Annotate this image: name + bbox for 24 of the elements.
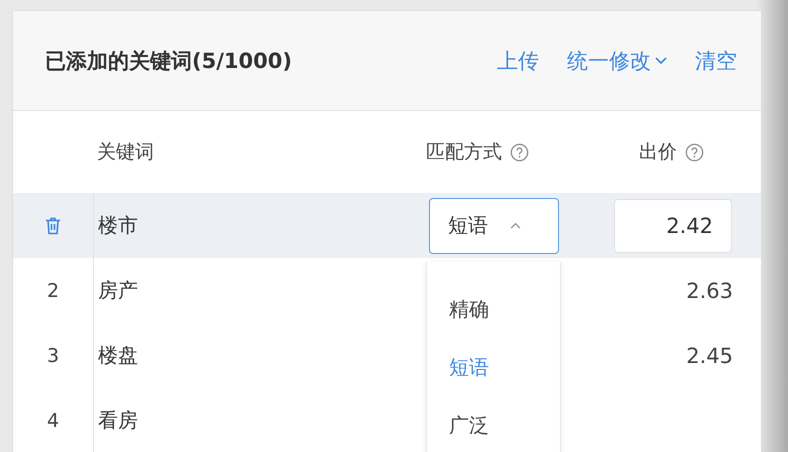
dropdown-option[interactable]: 短语 [427, 338, 560, 396]
keyword-text: 房产 [98, 277, 138, 304]
keyword-text: 楼盘 [98, 342, 138, 369]
row-number: 3 [46, 344, 60, 366]
row-number: 2 [46, 280, 60, 302]
column-header: 匹配方式 [426, 140, 502, 165]
price-text: 2.63 [686, 278, 733, 302]
table-row[interactable]: 楼市 短语 2.42 [13, 193, 761, 258]
row-number: 4 [46, 410, 60, 432]
keyword-text: 看房 [98, 407, 138, 434]
help-icon[interactable] [510, 142, 529, 162]
dropdown-option[interactable]: 广泛 [427, 396, 560, 452]
column-header: 出价 [639, 140, 677, 165]
price-input[interactable]: 2.42 [614, 198, 732, 252]
dropdown-option[interactable]: 精确 [427, 280, 560, 338]
trash-icon[interactable] [45, 216, 61, 234]
chevron-up-icon [510, 222, 521, 229]
column-header: 关键词 [97, 140, 154, 165]
chevron-down-icon [655, 56, 667, 64]
keyword-text: 楼市 [98, 212, 138, 239]
panel-title: 已添加的关键词(5/1000) [45, 48, 292, 74]
match-select[interactable]: 短语 [429, 198, 559, 254]
price-text: 2.45 [686, 344, 733, 368]
help-icon[interactable] [685, 142, 704, 162]
